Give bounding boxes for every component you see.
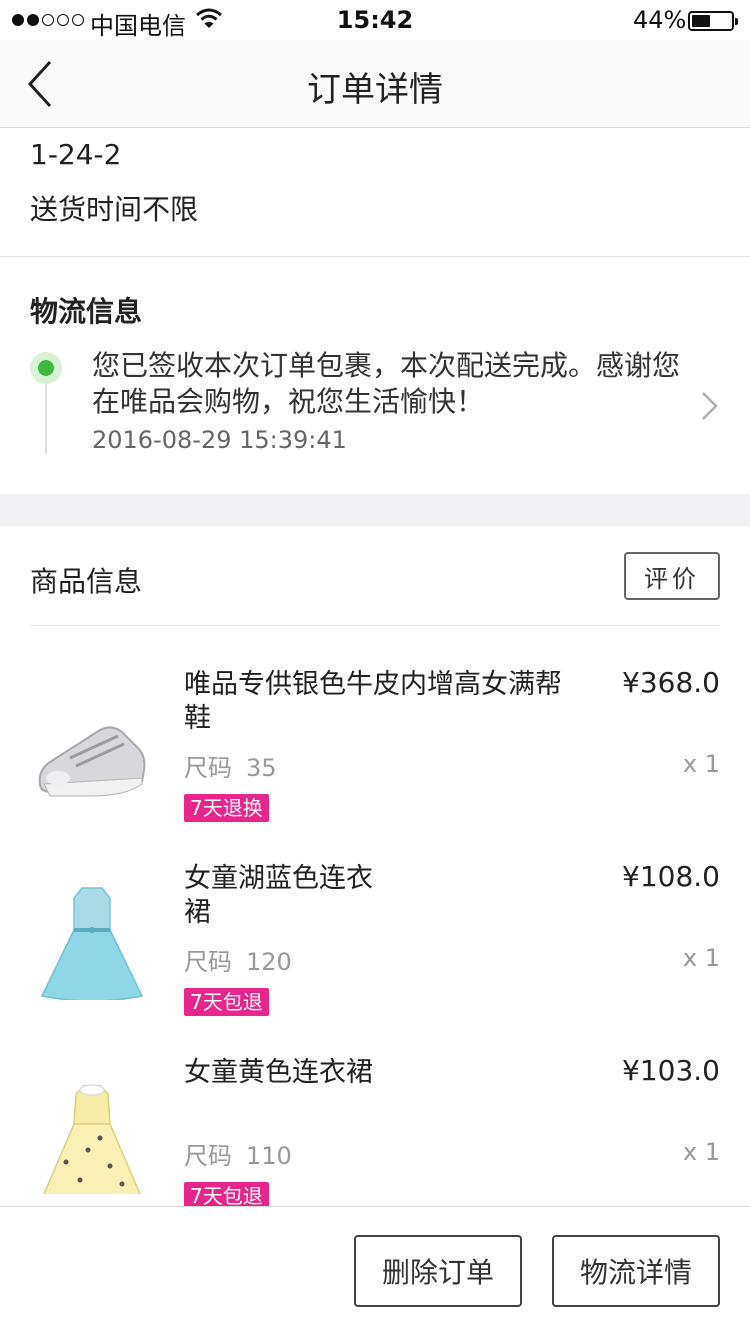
battery-icon — [688, 11, 738, 31]
product-size: 尺码 110 — [184, 1136, 292, 1171]
status-dot-icon — [30, 352, 62, 384]
address-line-tail: 1-24-2 — [30, 138, 122, 171]
logistics-message[interactable]: 您已签收本次订单包裹，本次配送完成。感谢您在唯品会购物，祝您生活愉快！ — [92, 348, 682, 420]
return-policy-badge: 7天退换 — [184, 794, 269, 822]
logistics-heading: 物流信息 — [30, 295, 143, 328]
page-title: 订单详情 — [307, 70, 443, 110]
blue-dress-image — [30, 860, 154, 1002]
review-button[interactable]: 评价 — [624, 552, 720, 600]
size-label: 尺码 — [184, 948, 232, 976]
nav-bar: 订单详情 — [0, 40, 750, 128]
delete-order-button[interactable]: 删除订单 — [354, 1235, 522, 1307]
goods-heading: 商品信息 — [30, 565, 143, 598]
product-size: 尺码 35 — [184, 748, 277, 783]
status-bar: 中国电信 15:42 44% — [0, 0, 750, 40]
size-value: 35 — [246, 754, 277, 782]
section-divider — [0, 256, 750, 257]
product-item[interactable]: 唯品专供银色牛皮内增高女满帮鞋 ¥368.0 尺码 35 x 1 7天退换 — [0, 646, 750, 840]
section-gap — [0, 494, 750, 526]
logistics-details-button[interactable]: 物流详情 — [552, 1235, 720, 1307]
product-quantity: x 1 — [682, 750, 720, 778]
product-name: 女童湖蓝色连衣裙 — [184, 863, 373, 928]
delivery-time: 送货时间不限 — [30, 193, 199, 226]
logistics-time: 2016-08-29 15:39:41 — [92, 426, 347, 454]
timeline-line — [45, 378, 47, 454]
product-price: ¥108.0 — [622, 860, 720, 893]
product-quantity: x 1 — [682, 944, 720, 972]
product-item[interactable]: 女童湖蓝色连衣裙 ¥108.0 尺码 120 x 1 7天包退 — [0, 840, 750, 1034]
chevron-right-icon[interactable] — [700, 390, 720, 426]
goods-divider — [30, 625, 720, 626]
footer-bar: 删除订单 物流详情 — [0, 1206, 750, 1334]
size-value: 110 — [246, 1142, 292, 1170]
product-name: 女童黄色连衣裙 — [184, 1057, 373, 1088]
return-policy-badge: 7天包退 — [184, 988, 269, 1016]
size-value: 120 — [246, 948, 292, 976]
product-name: 唯品专供银色牛皮内增高女满帮鞋 — [184, 669, 562, 734]
product-item[interactable]: 女童黄色连衣裙 ¥103.0 尺码 110 x 1 7天包退 — [0, 1034, 750, 1228]
product-price: ¥368.0 — [622, 666, 720, 699]
yellow-dress-image — [30, 1054, 154, 1199]
size-label: 尺码 — [184, 1142, 232, 1170]
product-size: 尺码 120 — [184, 942, 292, 977]
product-quantity: x 1 — [682, 1138, 720, 1166]
size-label: 尺码 — [184, 754, 232, 782]
order-detail-screen: 中国电信 15:42 44% 订单详情 1-24-2 送货时间不限 物流信息 您… — [0, 0, 750, 1334]
product-price: ¥103.0 — [622, 1054, 720, 1087]
battery-percent: 44% — [633, 6, 687, 34]
silver-sneaker-image — [30, 666, 154, 806]
